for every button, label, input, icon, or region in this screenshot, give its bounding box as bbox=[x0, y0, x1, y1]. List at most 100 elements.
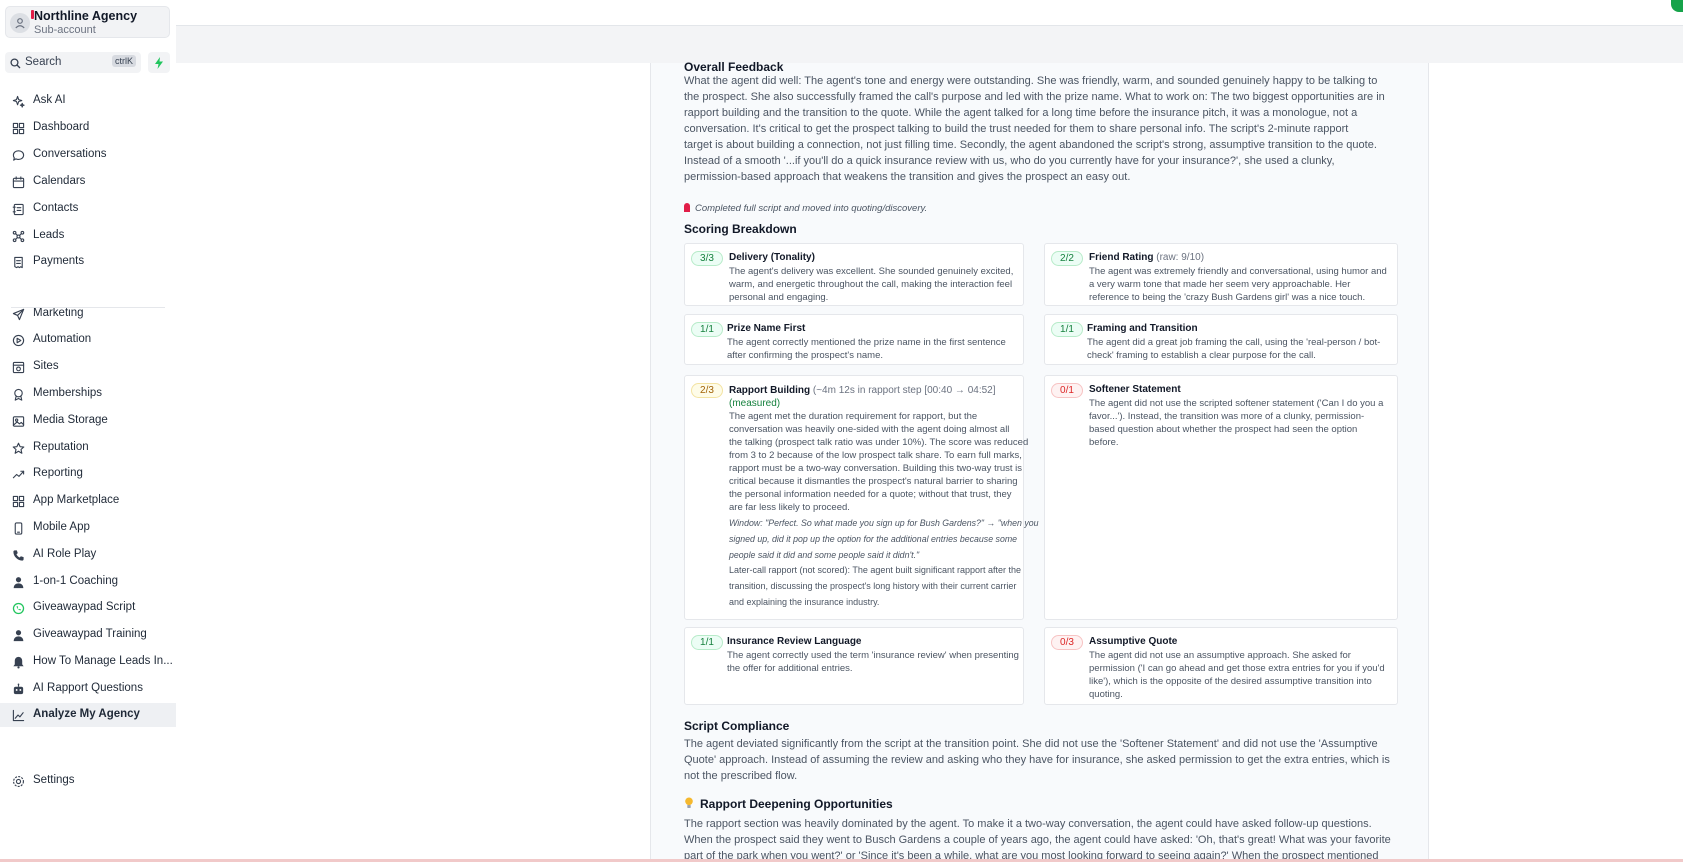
text-line: quoting. bbox=[1089, 689, 1123, 700]
score-badge: 3/3 bbox=[691, 251, 723, 266]
sidebar-item-contacts[interactable]: Contacts bbox=[0, 197, 176, 221]
sidebar-item-automation[interactable]: Automation bbox=[0, 328, 176, 352]
score-card-title: Softener Statement bbox=[1089, 384, 1181, 395]
text-line: The agent did not use the scripted softe… bbox=[1089, 398, 1384, 409]
text-line: reference to being the 'crazy Bush Garde… bbox=[1089, 292, 1366, 303]
score-card-insurance-review: 1/1 Insurance Review Language The agent … bbox=[684, 627, 1024, 705]
sidebar-item-payments[interactable]: Payments bbox=[0, 250, 176, 274]
sidebar-item-media-storage[interactable]: Media Storage bbox=[0, 409, 176, 433]
score-card-title: Framing and Transition bbox=[1087, 323, 1198, 334]
sidebar-item-label: Reporting bbox=[33, 467, 83, 479]
sites-icon bbox=[11, 360, 25, 374]
paragraph-line: The rapport section was heavily dominate… bbox=[684, 818, 1372, 830]
sidebar-item-ask-ai[interactable]: Ask AI bbox=[0, 89, 176, 113]
score-badge: 0/1 bbox=[1051, 383, 1083, 398]
text-line: The agent met the duration requirement f… bbox=[729, 411, 978, 422]
sidebar-item-label: Marketing bbox=[33, 307, 84, 319]
sidebar-item-conversations[interactable]: Conversations bbox=[0, 143, 176, 167]
paragraph-line: rapport building and the transition to t… bbox=[684, 107, 1358, 119]
overall-feedback-title: Overall Feedback bbox=[684, 60, 784, 74]
sidebar-item-label: Memberships bbox=[33, 387, 103, 399]
score-card-description: The agent's delivery was excellent. She … bbox=[729, 265, 1017, 304]
score-badge: 0/3 bbox=[1051, 635, 1083, 650]
paragraph-line: The agent deviated significantly from th… bbox=[684, 738, 1378, 750]
script-compliance-text: The agent deviated significantly from th… bbox=[684, 736, 1399, 784]
sidebar-item-label: Reputation bbox=[33, 441, 89, 453]
account-subtitle: Sub-account bbox=[34, 24, 96, 36]
sidebar-item-calendars[interactable]: Calendars bbox=[0, 170, 176, 194]
quick-action-button[interactable] bbox=[148, 52, 170, 73]
sidebar-item-reputation[interactable]: Reputation bbox=[0, 436, 176, 460]
completion-note-text: Completed full script and moved into quo… bbox=[695, 203, 928, 214]
lightning-icon bbox=[155, 56, 163, 69]
chart-line-icon bbox=[11, 708, 25, 722]
rapport-deepening-text: The rapport section was heavily dominate… bbox=[684, 816, 1399, 862]
text-line: check' framing to establish a clear purp… bbox=[1087, 350, 1316, 361]
search-box[interactable]: Search ctrlK bbox=[5, 52, 141, 73]
text-line: Window: "Perfect. So what made you sign … bbox=[729, 518, 1039, 528]
sidebar-item-ai-rapport-questions[interactable]: AI Rapport Questions bbox=[0, 677, 176, 701]
text-line: a very warm tone that made her seem very… bbox=[1089, 279, 1351, 290]
status-indicator-icon[interactable] bbox=[1671, 0, 1683, 12]
score-badge: 1/1 bbox=[1051, 322, 1083, 337]
sidebar-item-leads[interactable]: Leads bbox=[0, 224, 176, 248]
sidebar-item-mobile-app[interactable]: Mobile App bbox=[0, 516, 176, 540]
network-icon bbox=[11, 229, 25, 243]
image-icon bbox=[11, 414, 25, 428]
paragraph-line: the prospect. She also successfully fram… bbox=[684, 91, 1385, 103]
call-feedback-panel: Overall Feedback What the agent did well… bbox=[650, 60, 1429, 862]
account-avatar-icon bbox=[10, 13, 30, 33]
sidebar-item-label: Contacts bbox=[33, 202, 79, 214]
sidebar-item-giveawaypad-script[interactable]: Giveawaypad Script bbox=[0, 596, 176, 620]
sidebar-item-label: AI Rapport Questions bbox=[33, 682, 143, 694]
script-compliance-title: Script Compliance bbox=[684, 719, 790, 733]
sidebar-item-giveawaypad-training[interactable]: Giveawaypad Training bbox=[0, 623, 176, 647]
paragraph-line: conversation. It's critical to get the p… bbox=[684, 123, 1349, 135]
sidebar: Northline Agency Sub-account Search ctrl… bbox=[0, 0, 176, 862]
text-line: based question about whether the prospec… bbox=[1089, 424, 1358, 435]
text-line: signed up, did it pop up the option for … bbox=[729, 534, 1018, 544]
score-card-prize-name: 1/1 Prize Name First The agent correctly… bbox=[684, 314, 1024, 365]
sidebar-divider bbox=[11, 307, 165, 308]
text-line: The agent did a great job framing the ca… bbox=[1087, 337, 1381, 348]
account-switcher[interactable]: Northline Agency Sub-account bbox=[5, 6, 170, 38]
sidebar-item-settings[interactable]: Settings bbox=[0, 769, 176, 793]
sidebar-item-1-on-1-coaching[interactable]: 1-on-1 Coaching bbox=[0, 570, 176, 594]
sidebar-item-label: Mobile App bbox=[33, 521, 90, 533]
text-line: The agent's delivery was excellent. She … bbox=[729, 266, 1014, 277]
score-badge: 1/1 bbox=[691, 635, 723, 650]
paragraph-line: target is about building a connection, n… bbox=[684, 139, 1377, 151]
score-card-framing: 1/1 Framing and Transition The agent did… bbox=[1044, 314, 1398, 365]
score-card-description: The agent did not use an assumptive appr… bbox=[1089, 649, 1391, 701]
score-card-description: The agent correctly used the term 'insur… bbox=[727, 649, 1019, 675]
score-badge: 2/3 bbox=[691, 383, 723, 398]
sidebar-item-marketing[interactable]: Marketing bbox=[0, 302, 176, 326]
score-badge: 1/1 bbox=[691, 322, 723, 337]
sidebar-item-analyze-my-agency[interactable]: Analyze My Agency bbox=[0, 703, 176, 727]
overall-feedback-text: What the agent did well: The agent's ton… bbox=[684, 73, 1399, 185]
sidebar-item-sites[interactable]: Sites bbox=[0, 355, 176, 379]
text-line: after confirming the prospect's name. bbox=[727, 350, 883, 361]
receipt-icon bbox=[11, 255, 25, 269]
phone-icon bbox=[11, 521, 25, 535]
paragraph-line: not the prescribed flow. bbox=[684, 770, 798, 782]
sidebar-item-ai-role-play[interactable]: AI Role Play bbox=[0, 543, 176, 567]
sidebar-item-dashboard[interactable]: Dashboard bbox=[0, 116, 176, 140]
score-card-title: Assumptive Quote bbox=[1089, 636, 1178, 647]
sidebar-item-label: Automation bbox=[33, 333, 92, 345]
sidebar-item-app-marketplace[interactable]: App Marketplace bbox=[0, 489, 176, 513]
sidebar-item-label: Leads bbox=[33, 229, 65, 241]
score-card-title: Insurance Review Language bbox=[727, 636, 862, 647]
text-line: The agent did not use an assumptive appr… bbox=[1089, 650, 1351, 661]
sidebar-item-memberships[interactable]: Memberships bbox=[0, 382, 176, 406]
sidebar-item-reporting[interactable]: Reporting bbox=[0, 462, 176, 486]
sidebar-item-how-to-manage-leads-in[interactable]: How To Manage Leads In... bbox=[0, 650, 176, 674]
text-line: rapport must be a two-way conversation. … bbox=[729, 463, 1023, 474]
text-line: are far less likely to proceed. bbox=[729, 502, 850, 513]
text-line: transition, discussing the prospect's lo… bbox=[729, 581, 1017, 591]
automation-icon bbox=[11, 333, 25, 347]
robot-icon bbox=[11, 682, 25, 696]
sidebar-item-label: Sites bbox=[33, 360, 59, 372]
text-line: The agent correctly mentioned the prize … bbox=[727, 337, 1006, 348]
text-line: The agent was extremely friendly and con… bbox=[1089, 266, 1387, 277]
